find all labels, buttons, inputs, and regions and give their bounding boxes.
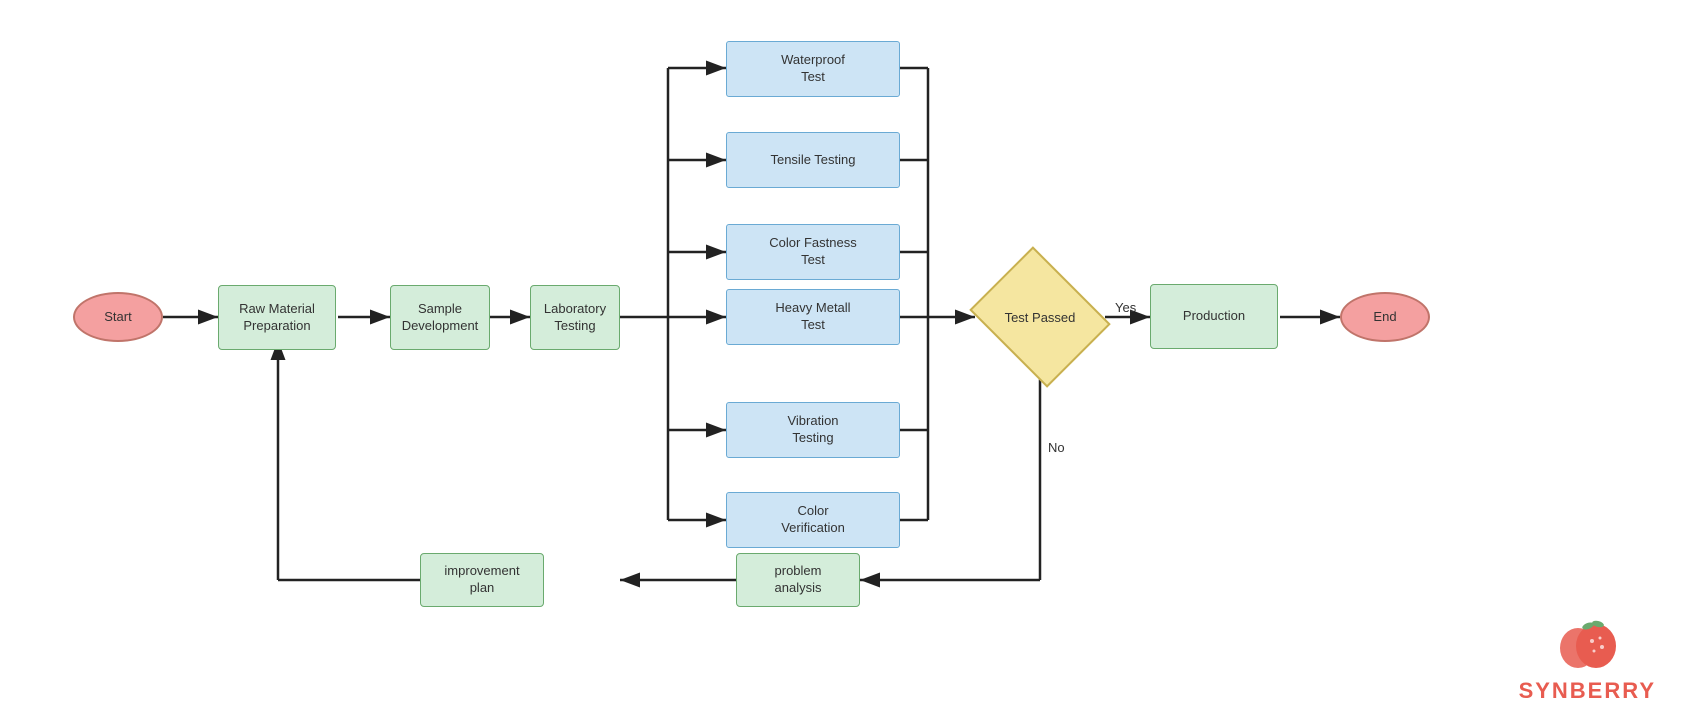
start-node: Start xyxy=(73,292,163,342)
waterproof-node: Waterproof Test xyxy=(726,41,900,97)
lab-testing-node: Laboratory Testing xyxy=(530,285,620,350)
end-node: End xyxy=(1340,292,1430,342)
color-fastness-node: Color Fastness Test xyxy=(726,224,900,280)
color-verif-node: Color Verification xyxy=(726,492,900,548)
brand-name: SYNBERRY xyxy=(1519,678,1656,704)
test-passed-node: Test Passed xyxy=(975,267,1105,367)
tensile-node: Tensile Testing xyxy=(726,132,900,188)
heavy-metal-node: Heavy Metall Test xyxy=(726,289,900,345)
improvement-plan-node: improvement plan xyxy=(420,553,544,607)
problem-analysis-node: problem analysis xyxy=(736,553,860,607)
synberry-icon xyxy=(1552,618,1622,673)
production-node: Production xyxy=(1150,284,1278,349)
vibration-node: Vibration Testing xyxy=(726,402,900,458)
raw-material-node: Raw Material Preparation xyxy=(218,285,336,350)
synberry-logo: SYNBERRY xyxy=(1519,618,1656,704)
sample-dev-node: Sample Development xyxy=(390,285,490,350)
no-label: No xyxy=(1048,440,1065,455)
yes-label: Yes xyxy=(1115,300,1136,315)
